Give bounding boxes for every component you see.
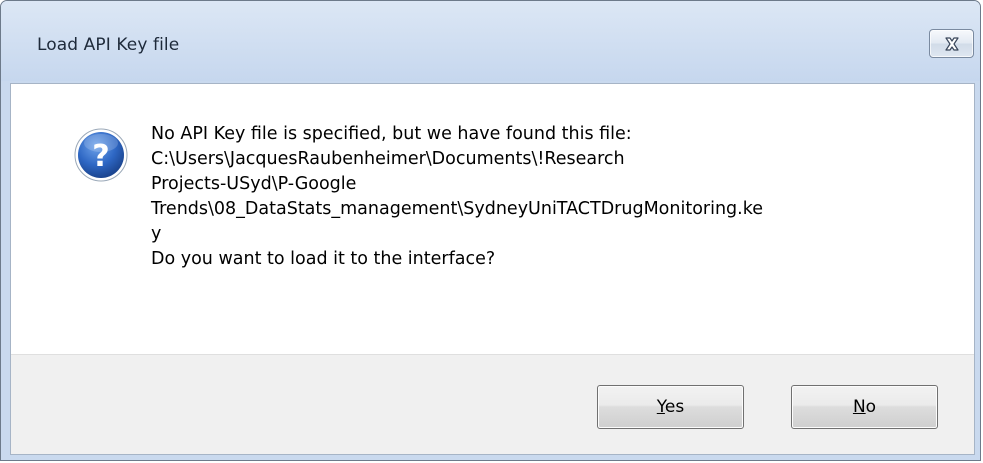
svg-text:?: ?	[92, 139, 109, 174]
message-line: Trends\08_DataStats_management\SydneyUni…	[151, 199, 764, 219]
button-bar: Yes No	[11, 354, 974, 454]
message-line: Projects-USyd\P-Google	[151, 174, 357, 194]
message-line: y	[151, 224, 162, 244]
message-line: Do you want to load it to the interface?	[151, 249, 496, 269]
no-button-label: No	[852, 397, 877, 417]
window-title: Load API Key file	[37, 35, 180, 55]
dialog-window: Load API Key file ? No API Key file is s…	[0, 0, 981, 461]
title-bar[interactable]	[1, 1, 980, 37]
no-button[interactable]: No	[791, 385, 938, 429]
close-icon	[944, 36, 959, 51]
yes-button[interactable]: Yes	[597, 385, 744, 429]
dialog-client: ? No API Key file is specified, but we h…	[10, 83, 975, 455]
dialog-message: No API Key file is specified, but we hav…	[151, 122, 941, 272]
message-line: C:\Users\JacquesRaubenheimer\Documents\!…	[151, 149, 625, 169]
close-button[interactable]	[929, 29, 974, 58]
question-icon: ?	[74, 128, 128, 182]
yes-button-label: Yes	[656, 397, 685, 417]
message-area: ? No API Key file is specified, but we h…	[11, 84, 974, 354]
message-line: No API Key file is specified, but we hav…	[151, 124, 632, 144]
